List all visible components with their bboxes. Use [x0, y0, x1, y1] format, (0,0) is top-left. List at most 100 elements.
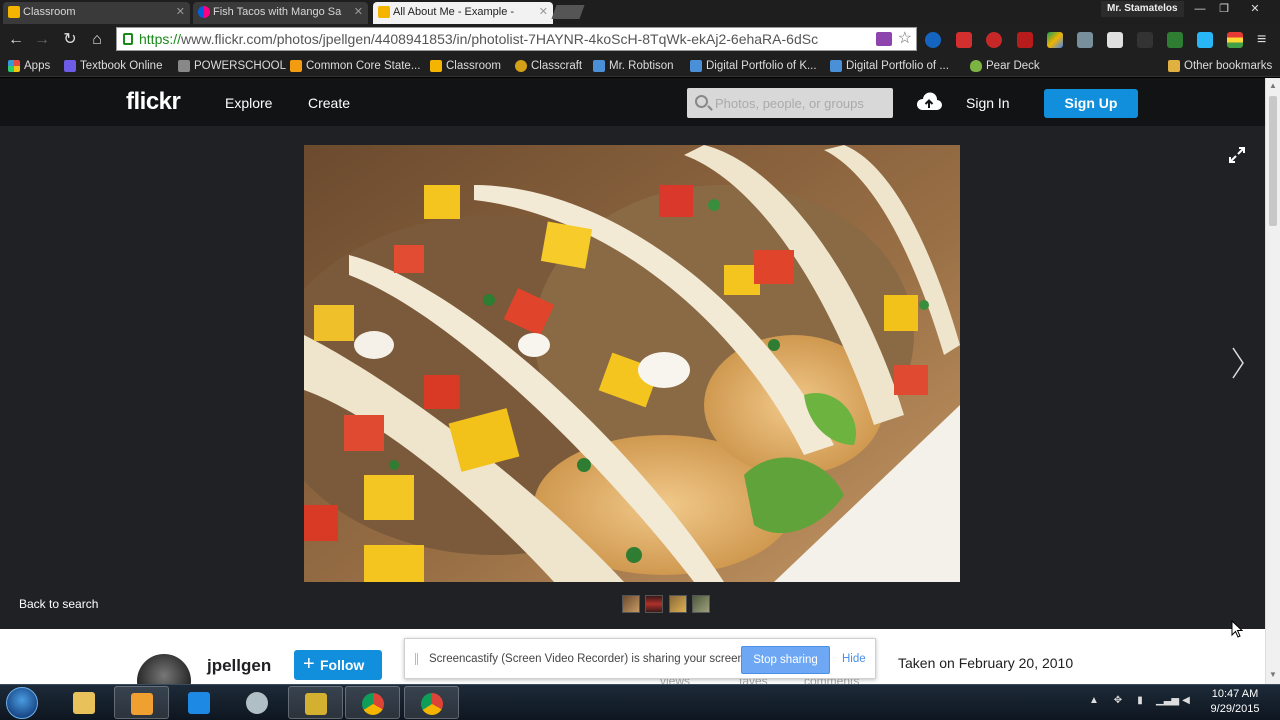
bookmark-apps[interactable]: Apps — [8, 58, 50, 74]
back-to-search-link[interactable]: Back to search — [19, 597, 98, 611]
upload-cloud-icon[interactable] — [915, 92, 943, 112]
scissors-icon — [246, 692, 268, 714]
close-tab-icon[interactable]: ✕ — [539, 2, 548, 22]
extension-6-icon[interactable] — [1077, 32, 1093, 48]
bookmark-favicon-icon — [290, 60, 302, 72]
bookmark-pear-deck[interactable]: Pear Deck — [970, 58, 1040, 74]
close-tab-icon[interactable]: ✕ — [176, 2, 185, 22]
start-button-windows-icon[interactable] — [6, 687, 38, 719]
bookmark-digital-portfolio-1[interactable]: Digital Portfolio of K... — [690, 58, 817, 74]
photostream-thumbnail[interactable] — [622, 595, 640, 613]
reload-icon[interactable]: ↻ — [60, 30, 80, 50]
taskbar-chrome-profile[interactable] — [404, 686, 459, 719]
bookmark-digital-portfolio-2[interactable]: Digital Portfolio of ... — [830, 58, 949, 74]
extension-8-icon[interactable] — [1137, 32, 1153, 48]
search-input[interactable] — [715, 94, 885, 112]
photostream-thumbnail[interactable] — [669, 595, 687, 613]
page-scrollbar[interactable]: ▲ ▼ — [1265, 78, 1280, 684]
bookmark-textbook-online[interactable]: Textbook Online — [64, 58, 162, 74]
bookmark-label: Classroom — [446, 60, 501, 72]
outlook-icon — [131, 693, 153, 715]
follow-button[interactable]: Follow — [294, 649, 382, 680]
network-signal-icon[interactable]: ▁▃▅ — [1156, 695, 1179, 709]
gmail-icon[interactable] — [956, 32, 972, 48]
google-drive-icon[interactable] — [1047, 32, 1063, 48]
next-photo-chevron-icon[interactable] — [1230, 346, 1246, 380]
show-hidden-icons-icon[interactable]: ▲ — [1088, 695, 1100, 709]
sharing-message: Screencastify (Screen Video Recorder) is… — [429, 653, 748, 665]
bookmark-label: Mr. Robtison — [609, 60, 674, 72]
home-icon[interactable]: ⌂ — [87, 30, 107, 50]
owner-username[interactable]: jpellgen — [207, 656, 271, 676]
battery-icon[interactable]: ▮ — [1134, 695, 1146, 709]
flickr-favicon-icon — [198, 6, 210, 18]
photostream-thumbnail[interactable] — [645, 595, 663, 613]
flickr-logo[interactable]: flickr — [126, 88, 181, 116]
extension-badge-icon[interactable] — [876, 32, 892, 46]
extension-1-icon[interactable] — [925, 32, 941, 48]
bookmark-favicon-icon — [178, 60, 190, 72]
taskbar-dropbox[interactable] — [172, 686, 227, 719]
bookmark-favicon-icon — [593, 60, 605, 72]
dropbox-tray-icon[interactable]: ✥ — [1112, 695, 1124, 709]
sign-in-link[interactable]: Sign In — [966, 95, 1010, 111]
chrome-menu-icon[interactable]: ≡ — [1257, 32, 1273, 48]
fullscreen-expand-icon[interactable] — [1228, 146, 1246, 164]
other-bookmarks[interactable]: Other bookmarks — [1168, 58, 1272, 74]
tab-all-about-me[interactable]: All About Me - Example - ✕ — [373, 2, 553, 24]
notes-icon — [305, 693, 327, 715]
folder-icon — [1168, 60, 1180, 72]
nav-explore[interactable]: Explore — [225, 95, 272, 111]
main-photo-fish-tacos[interactable] — [304, 145, 960, 582]
new-tab-button[interactable] — [551, 5, 585, 19]
stop-sharing-button[interactable]: Stop sharing — [741, 646, 830, 674]
back-arrow-icon[interactable]: ← — [6, 30, 26, 50]
bookmarks-bar: Apps Textbook Online POWERSCHOOL Common … — [0, 55, 1280, 77]
restore-window-icon[interactable]: ❐ — [1212, 1, 1236, 17]
extension-11-icon[interactable] — [1227, 32, 1243, 48]
extension-10-icon[interactable] — [1197, 32, 1213, 48]
taskbar-snipping-tool[interactable] — [230, 686, 285, 719]
taskbar-outlook[interactable] — [114, 686, 169, 719]
url-text: www.flickr.com/photos/jpellgen/440894185… — [181, 31, 819, 47]
bookmark-mr-robtison[interactable]: Mr. Robtison — [593, 58, 674, 74]
scroll-up-arrow-icon[interactable]: ▲ — [1269, 81, 1277, 90]
tab-classroom[interactable]: Classroom ✕ — [3, 2, 190, 24]
bookmark-powerschool[interactable]: POWERSCHOOL — [178, 58, 286, 74]
forward-arrow-icon[interactable]: → — [32, 30, 52, 50]
bookmark-favicon-icon — [690, 60, 702, 72]
bookmark-favicon-icon — [515, 60, 527, 72]
classroom-extension-icon[interactable] — [1167, 32, 1183, 48]
volume-icon[interactable]: ◀ — [1180, 695, 1192, 709]
extension-3-icon[interactable] — [986, 32, 1002, 48]
search-box[interactable] — [687, 88, 893, 118]
sign-up-button[interactable]: Sign Up — [1044, 89, 1138, 118]
drag-grip-icon[interactable] — [415, 653, 418, 665]
address-bar[interactable]: https://www.flickr.com/photos/jpellgen/4… — [116, 27, 917, 51]
bookmark-favicon-icon — [430, 60, 442, 72]
taskbar-clock[interactable]: 10:47 AM 9/29/2015 — [1200, 687, 1270, 717]
bookmark-star-icon[interactable]: ☆ — [898, 28, 912, 50]
scrollbar-thumb[interactable] — [1269, 96, 1277, 226]
scroll-down-arrow-icon[interactable]: ▼ — [1269, 670, 1277, 679]
bookmark-classroom[interactable]: Classroom — [430, 58, 501, 74]
nav-create[interactable]: Create — [308, 95, 350, 111]
hide-banner-link[interactable]: Hide — [842, 653, 866, 665]
taskbar-explorer[interactable] — [57, 686, 112, 719]
minimize-window-icon[interactable]: — — [1188, 1, 1212, 17]
lock-icon — [123, 33, 133, 45]
record-icon[interactable] — [1017, 32, 1033, 48]
close-window-icon[interactable]: ✕ — [1243, 1, 1267, 17]
tab-fish-tacos[interactable]: Fish Tacos with Mango Sa ✕ — [193, 2, 368, 24]
taskbar-chrome[interactable] — [345, 686, 400, 719]
close-tab-icon[interactable]: ✕ — [354, 2, 363, 22]
bookmark-classcraft[interactable]: Classcraft — [515, 58, 582, 74]
bookmark-label: Other bookmarks — [1184, 60, 1273, 72]
photostream-thumbnail[interactable] — [692, 595, 710, 613]
extension-7-icon[interactable] — [1107, 32, 1123, 48]
taskbar-notes[interactable] — [288, 686, 343, 719]
profile-user-chip[interactable]: Mr. Stamatelos — [1101, 1, 1184, 17]
date-taken: Taken on February 20, 2010 — [898, 655, 1074, 671]
pear-icon — [970, 60, 982, 72]
bookmark-common-core[interactable]: Common Core State... — [290, 58, 420, 74]
